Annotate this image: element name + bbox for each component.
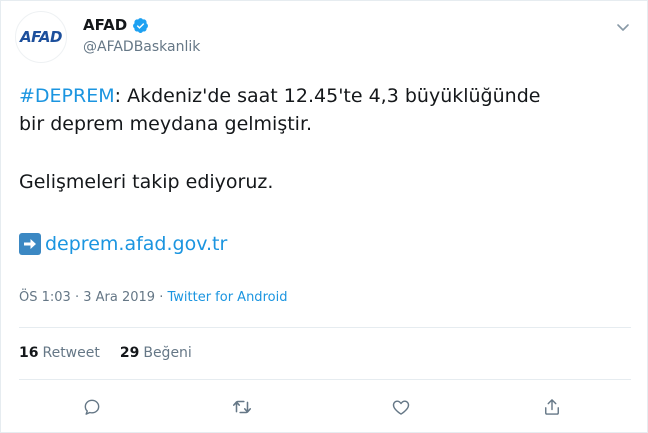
like-label: Beğeni xyxy=(143,345,192,361)
reply-icon[interactable] xyxy=(81,396,103,418)
verified-badge-icon xyxy=(133,17,149,33)
arrow-right-icon xyxy=(19,233,41,255)
retweet-label: Retweet xyxy=(42,345,100,361)
retweet-stat[interactable]: 16 Retweet xyxy=(19,345,100,361)
tweet-text-line-2: bir deprem meydana gelmiştir. xyxy=(19,113,313,135)
chevron-down-icon[interactable] xyxy=(615,19,631,35)
tweet-time[interactable]: ÖS 1:03 xyxy=(19,290,71,305)
like-icon[interactable] xyxy=(390,396,412,418)
meta-separator: · xyxy=(159,290,164,305)
divider xyxy=(19,327,631,328)
tweet-link-line: deprem.afad.gov.tr xyxy=(19,230,639,258)
retweet-icon[interactable] xyxy=(231,396,253,418)
hashtag-link[interactable]: #DEPREM xyxy=(19,85,115,107)
tweet-stats: 16 Retweet 29 Beğeni xyxy=(19,345,212,361)
tweet-card: AFAD AFAD @AFADBaskanlik #DEPREM: Akdeni… xyxy=(0,0,648,433)
divider xyxy=(19,379,631,380)
tweet-date[interactable]: 3 Ara 2019 xyxy=(83,290,155,305)
afad-logo: AFAD xyxy=(20,28,62,46)
like-count: 29 xyxy=(119,345,140,361)
tweet-metadata: ÖS 1:03 · 3 Ara 2019 · Twitter for Andro… xyxy=(19,290,288,305)
avatar[interactable]: AFAD xyxy=(15,11,67,63)
tweet-text: #DEPREM: Akdeniz'de saat 12.45'te 4,3 bü… xyxy=(19,82,639,258)
tweet-text-line-3: Gelişmeleri takip ediyoruz. xyxy=(19,171,274,193)
tweet-source[interactable]: Twitter for Android xyxy=(167,290,287,305)
tweet-text-line-1: #DEPREM: Akdeniz'de saat 12.45'te 4,3 bü… xyxy=(19,85,541,107)
author-name[interactable]: AFAD xyxy=(83,16,127,34)
author-handle[interactable]: @AFADBaskanlik xyxy=(83,39,200,55)
share-icon[interactable] xyxy=(541,396,563,418)
author-name-row: AFAD xyxy=(83,16,149,34)
tweet-url-link[interactable]: deprem.afad.gov.tr xyxy=(45,230,227,258)
retweet-count: 16 xyxy=(19,345,39,361)
like-stat[interactable]: 29 Beğeni xyxy=(120,345,192,361)
